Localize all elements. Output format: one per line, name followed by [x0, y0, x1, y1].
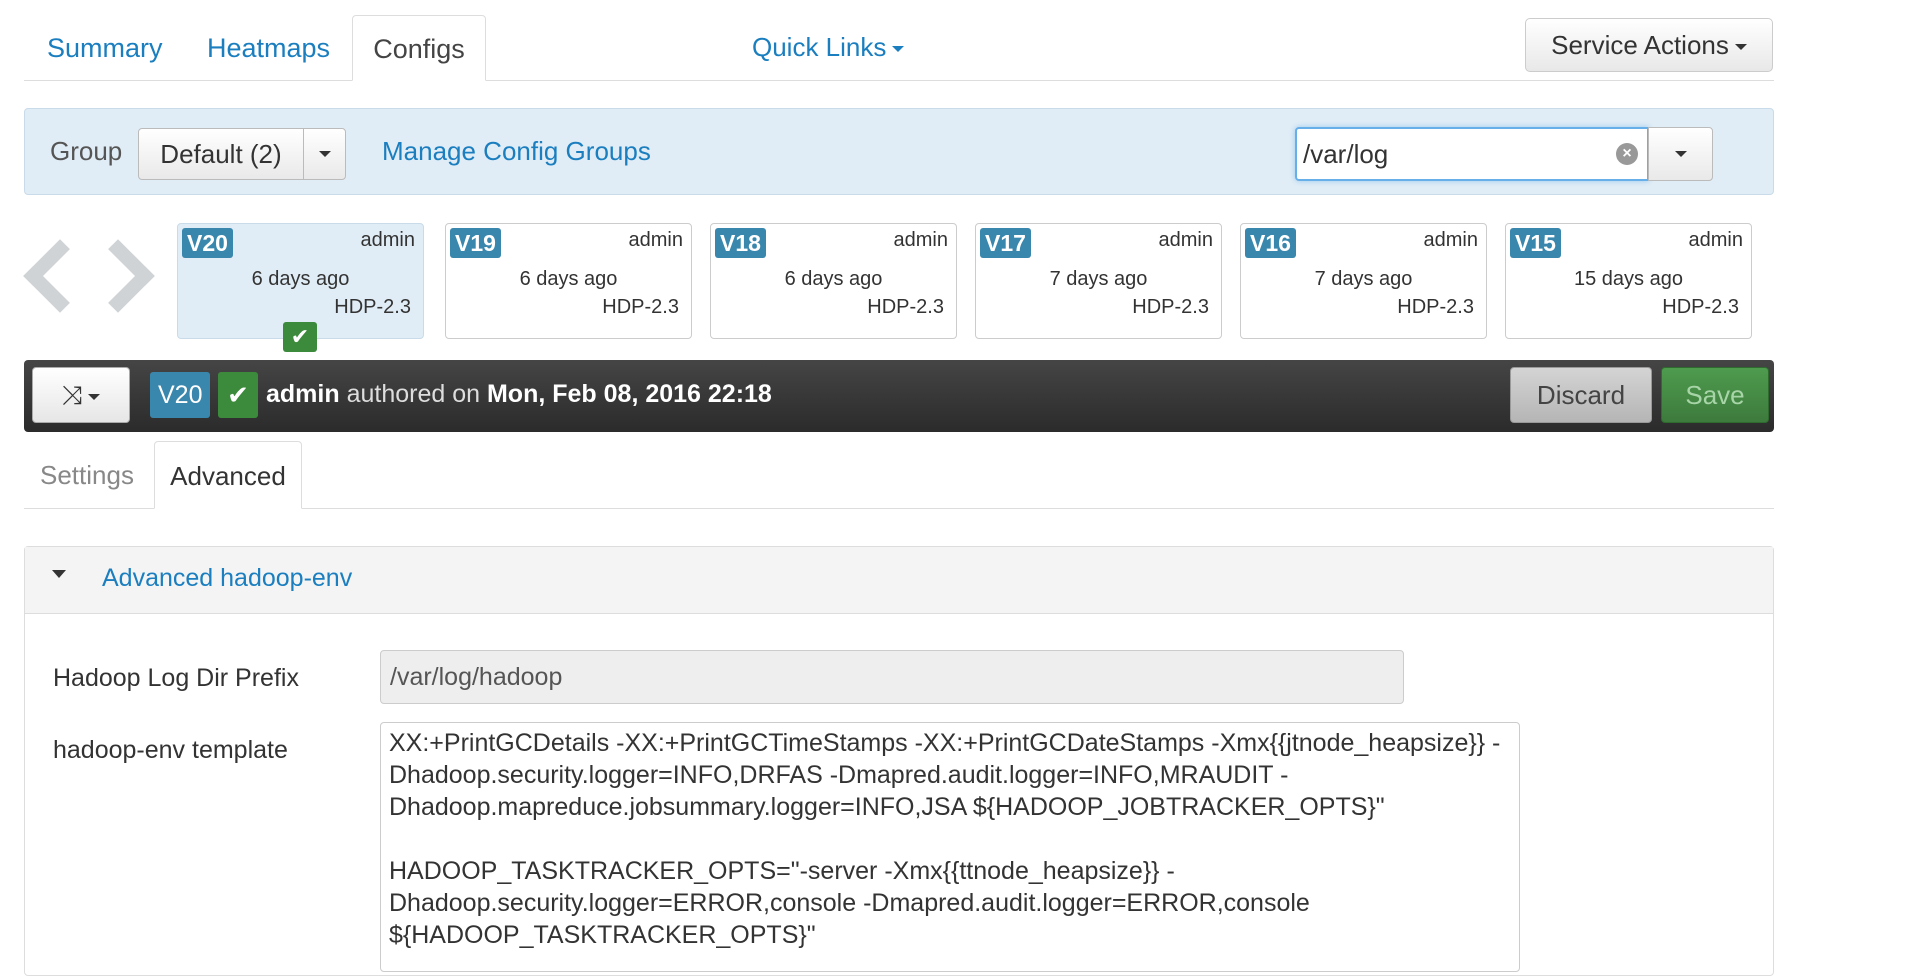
version-author: admin	[628, 229, 683, 251]
discard-button[interactable]: Discard	[1510, 367, 1652, 423]
version-badge: V20	[182, 228, 233, 258]
version-time: 6 days ago	[519, 268, 618, 290]
version-author: admin	[1688, 229, 1743, 251]
group-select-value: Default (2)	[160, 139, 282, 169]
version-card-v15[interactable]: V15 admin 15 days ago HDP-2.3	[1505, 223, 1752, 339]
hadoop-env-template-textarea[interactable]: XX:+PrintGCDetails -XX:+PrintGCTimeStamp…	[380, 722, 1520, 972]
shuffle-icon: ⤨	[61, 380, 83, 410]
version-badge: V16	[1245, 228, 1296, 258]
version-time: 15 days ago	[1574, 268, 1683, 290]
version-badge: V17	[980, 228, 1031, 258]
tab-advanced[interactable]: Advanced	[154, 441, 302, 509]
clear-icon[interactable]: ×	[1616, 143, 1638, 165]
tab-heatmaps[interactable]: Heatmaps	[181, 15, 356, 81]
check-icon: ✔	[283, 322, 317, 352]
version-time: 7 days ago	[1049, 268, 1148, 290]
chevron-down-icon	[318, 150, 331, 157]
version-badge: V15	[1510, 228, 1561, 258]
chevron-down-icon	[88, 394, 101, 401]
caret-down-icon[interactable]	[52, 570, 66, 578]
version-time: 6 days ago	[784, 268, 883, 290]
group-label: Group	[50, 136, 123, 166]
chevron-down-icon	[892, 46, 905, 53]
service-actions-button[interactable]: Service Actions	[1525, 18, 1773, 72]
panel-title[interactable]: Advanced hadoop-env	[102, 564, 352, 593]
version-badge: V18	[715, 228, 766, 258]
version-stack: HDP-2.3	[1662, 296, 1739, 318]
current-version-badge: V20	[150, 372, 211, 418]
chevron-down-icon	[1734, 44, 1747, 51]
tab-summary[interactable]: Summary	[21, 15, 189, 81]
version-card-v16[interactable]: V16 admin 7 days ago HDP-2.3	[1240, 223, 1487, 339]
version-stack: HDP-2.3	[1132, 296, 1209, 318]
save-button[interactable]: Save	[1661, 367, 1769, 423]
log-dir-input[interactable]	[380, 650, 1404, 704]
author-name: admin	[266, 380, 340, 408]
quick-links-label: Quick Links	[752, 32, 887, 62]
group-select[interactable]: Default (2)	[138, 128, 346, 180]
filter-dropdown-toggle[interactable]	[1648, 127, 1713, 181]
version-time: 7 days ago	[1314, 268, 1413, 290]
version-stack: HDP-2.3	[867, 296, 944, 318]
service-actions-label: Service Actions	[1551, 30, 1729, 60]
chevron-down-icon	[1674, 150, 1687, 157]
version-badge: V19	[450, 228, 501, 258]
check-icon: ✔	[218, 372, 258, 418]
authored-text: authored on	[346, 380, 481, 408]
chevron-right-icon[interactable]	[81, 239, 155, 313]
version-author: admin	[1158, 229, 1213, 251]
authored-date: Mon, Feb 08, 2016 22:18	[486, 380, 772, 408]
version-stack: HDP-2.3	[602, 296, 679, 318]
tab-settings[interactable]: Settings	[25, 441, 149, 509]
compare-versions-button[interactable]: ⤨	[32, 367, 130, 423]
version-card-v19[interactable]: V19 admin 6 days ago HDP-2.3	[445, 223, 692, 339]
config-filter-input[interactable]	[1295, 127, 1649, 181]
version-author: admin	[1423, 229, 1478, 251]
quick-links-dropdown[interactable]: Quick Links	[752, 32, 905, 63]
log-dir-label: Hadoop Log Dir Prefix	[53, 664, 299, 692]
version-author: admin	[360, 229, 415, 251]
version-stack: HDP-2.3	[1397, 296, 1474, 318]
version-card-v17[interactable]: V17 admin 7 days ago HDP-2.3	[975, 223, 1222, 339]
version-author: admin	[893, 229, 948, 251]
group-select-toggle[interactable]	[303, 129, 346, 179]
tab-configs[interactable]: Configs	[352, 15, 486, 81]
version-card-v18[interactable]: V18 admin 6 days ago HDP-2.3	[710, 223, 957, 339]
template-label: hadoop-env template	[53, 736, 288, 764]
version-time: 6 days ago	[251, 268, 350, 290]
manage-config-groups-link[interactable]: Manage Config Groups	[382, 136, 651, 167]
version-stack: HDP-2.3	[334, 296, 411, 318]
authored-info: admin authored on Mon, Feb 08, 2016 22:1…	[266, 380, 772, 409]
